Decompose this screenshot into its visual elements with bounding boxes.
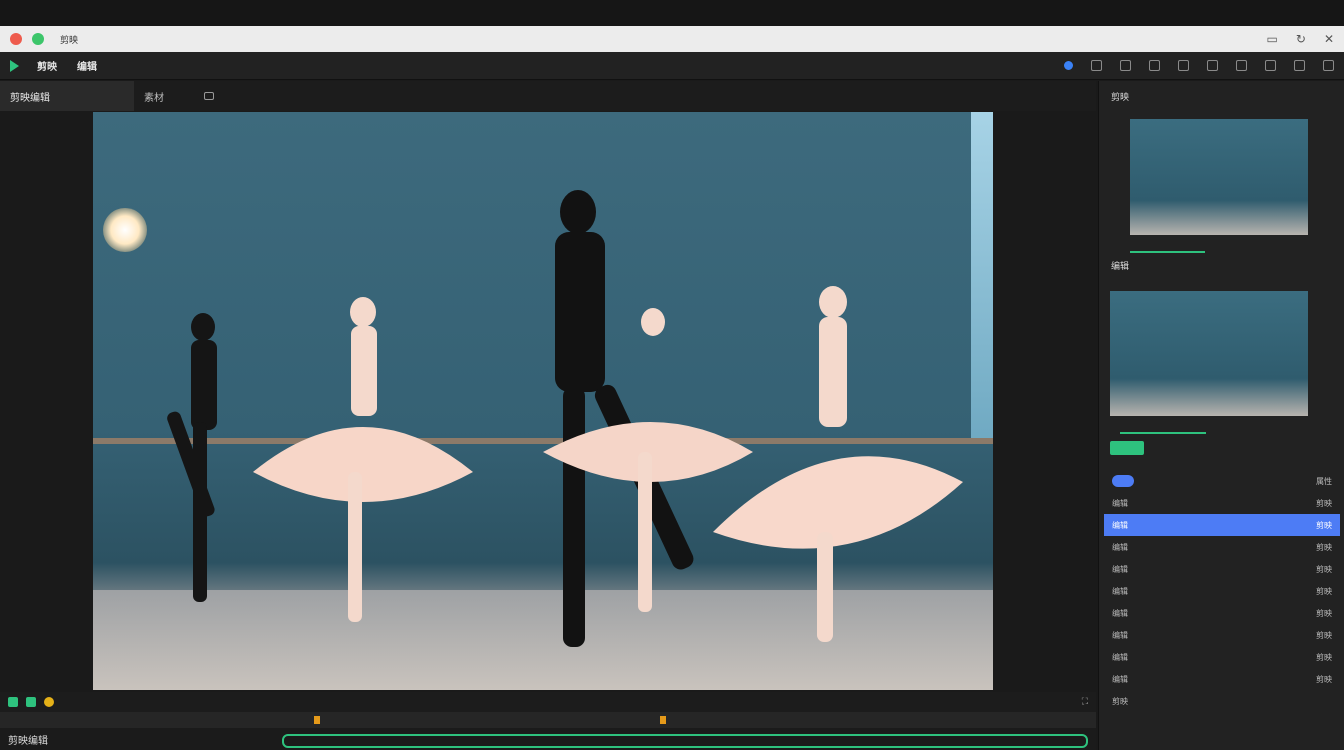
gear-icon[interactable] [1178,60,1189,71]
close-window-button[interactable] [10,33,22,45]
link-toggle[interactable] [26,697,36,707]
thumb-1-progress [1130,251,1205,253]
timeline-label: 剪映编辑 [8,735,48,747]
list-item-label: 编辑 [1112,608,1128,618]
property-toggle[interactable] [1112,475,1134,487]
picture-in-picture-icon[interactable]: ▭ [1267,32,1278,46]
tab-edit-label: 剪映编辑 [10,92,50,104]
close-icon[interactable]: ✕ [1324,32,1334,46]
clip-marker-1[interactable] [314,716,320,724]
list-item[interactable]: 编辑 剪映 [1104,492,1340,514]
title-bar: 剪映 ▭ ↻ ✕ [0,26,1344,52]
info-icon[interactable] [1064,61,1073,70]
list-item-label: 编辑 [1112,652,1128,662]
pin-icon[interactable] [1265,60,1276,71]
export-icon[interactable] [1207,60,1218,71]
signal-icon[interactable] [1294,60,1305,71]
list-item[interactable]: 编辑 剪映 [1104,624,1340,646]
menu-icon[interactable] [1323,60,1334,71]
preview-thumbnail-1[interactable] [1130,119,1308,235]
list-item[interactable]: 编辑 剪映 [1104,558,1340,580]
thumb-2-progress [1120,432,1206,434]
inspector-header: 剪映 [1111,93,1130,103]
clip-marker-2[interactable] [660,716,666,724]
property-header: 属性 [1104,470,1340,492]
panel-footer-label: 剪映 [1112,696,1128,706]
maximize-window-button[interactable] [32,33,44,45]
property-list: 属性 编辑 剪映 编辑 剪映 编辑 剪映 编辑 剪映 编辑 剪映 编辑 剪映 编辑 剪映 编辑… [1104,470,1340,712]
clip-bar [0,712,1096,728]
screen-top-band [0,0,1344,26]
table-icon[interactable] [1236,60,1247,71]
list-item-label: 编辑 [1112,564,1128,574]
list-item[interactable]: 编辑 剪映 [1104,536,1340,558]
play-icon[interactable] [10,59,19,72]
snap-toggle[interactable] [8,697,18,707]
list-item-label: 编辑 [1112,520,1128,530]
list-item-label: 编辑 [1112,498,1128,508]
list-item-value: 剪映 [1316,520,1332,530]
editor-tabs: 剪映编辑 素材 [0,81,1096,111]
dancers-illustration [167,190,963,647]
list-item-label: 编辑 [1112,542,1128,552]
toolbar-label-2[interactable]: 编辑 [77,58,97,73]
window-title: 剪映 [60,35,79,46]
tab-media[interactable]: 素材 [134,81,174,111]
camera-icon[interactable] [204,92,214,100]
list-item[interactable]: 编辑 剪映 [1104,646,1340,668]
list-item[interactable]: 编辑 剪映 [1104,668,1340,690]
grid-icon[interactable] [1091,60,1102,71]
list-item-value: 剪映 [1316,652,1332,662]
main-toolbar: 剪映 编辑 [0,52,1344,80]
marker-icon[interactable] [44,697,54,707]
list-item-label: 编辑 [1112,586,1128,596]
list-item-value: 剪映 [1316,586,1332,596]
fullscreen-icon[interactable]: ⛶ [1082,697,1088,707]
preview-thumbnail-2[interactable] [1110,291,1308,416]
list-item-label: 编辑 [1112,674,1128,684]
refresh-icon[interactable]: ↻ [1296,32,1306,46]
tab-edit[interactable]: 剪映编辑 [0,81,134,111]
toolbar-label-1[interactable]: 剪映 [37,58,57,73]
list-item-value: 剪映 [1316,608,1332,618]
list-item[interactable]: 编辑 剪映 [1104,602,1340,624]
video-preview[interactable] [93,112,993,690]
property-header-label: 属性 [1316,476,1332,486]
inspector-section-title: 编辑 [1111,262,1130,272]
layout-icon[interactable] [1120,60,1131,71]
player-controls: ⛶ [0,692,1096,712]
list-item-value: 剪映 [1316,674,1332,684]
timeline-track[interactable] [282,734,1088,748]
list-item-label: 编辑 [1112,630,1128,640]
list-item-selected[interactable]: 编辑 剪映 [1104,514,1340,536]
list-item-value: 剪映 [1316,564,1332,574]
panel-footer: 剪映 [1104,690,1340,712]
tab-media-label: 素材 [144,92,164,104]
list-item-value: 剪映 [1316,630,1332,640]
list-item-value: 剪映 [1316,498,1332,508]
apply-button[interactable] [1110,441,1144,455]
list-item-value: 剪映 [1316,542,1332,552]
chart-icon[interactable] [1149,60,1160,71]
list-item[interactable]: 编辑 剪映 [1104,580,1340,602]
